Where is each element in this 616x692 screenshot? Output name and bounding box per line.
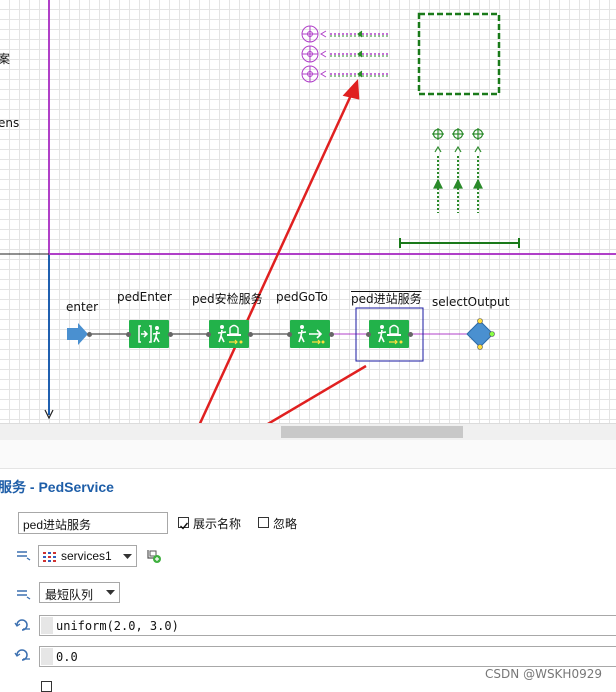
- select-output-diamond-icon: [466, 320, 494, 348]
- left-partial-label: ens: [0, 116, 20, 130]
- enter-arrow-icon: [67, 323, 88, 345]
- ped-area-icon: [417, 12, 501, 96]
- ped-security-service-block[interactable]: [209, 320, 249, 348]
- ignore-checkbox[interactable]: [258, 517, 269, 528]
- zero-value: 0.0: [56, 650, 78, 664]
- name-field[interactable]: ped进站服务: [18, 512, 168, 534]
- station-service-label: ped进站服务: [351, 292, 422, 306]
- bottom-checkbox[interactable]: [41, 681, 52, 692]
- ped-wait-line-icon: [399, 238, 520, 248]
- ped-target-lines-icon: [301, 25, 390, 83]
- ped-goto-icon: [297, 325, 325, 345]
- red-annotation-arrows: [198, 79, 367, 423]
- port: [329, 332, 334, 337]
- scrollbar-thumb[interactable]: [281, 426, 463, 438]
- dynamic-value-icon[interactable]: [14, 617, 32, 633]
- properties-panel: 服务 - PedService ped进站服务 展示名称 忽略 services…: [0, 470, 616, 692]
- panel-divider: [0, 440, 616, 469]
- select-element-icon[interactable]: [146, 548, 162, 564]
- queue-value: 最短队列: [45, 588, 94, 602]
- port: [408, 332, 413, 337]
- port: [126, 332, 131, 337]
- static-value-icon[interactable]: [16, 587, 32, 601]
- ped-service-icon: [217, 324, 243, 345]
- port: [87, 332, 92, 337]
- port: [248, 332, 253, 337]
- ped-enter-icon: [138, 325, 161, 343]
- ped-goto-block[interactable]: [290, 320, 330, 348]
- services-icon: [43, 552, 56, 562]
- properties-title: 服务 - PedService: [0, 479, 114, 495]
- pedgoto-label: pedGoTo: [276, 290, 328, 304]
- services-dropdown[interactable]: services1: [38, 545, 137, 567]
- services-value: services1: [61, 549, 112, 563]
- field-handle: [41, 617, 53, 634]
- value-field[interactable]: 0.0: [39, 646, 616, 667]
- ignore-label: 忽略: [273, 517, 298, 531]
- port: [168, 332, 173, 337]
- queue-selection-dropdown[interactable]: 最短队列: [39, 582, 120, 603]
- delay-time-field[interactable]: uniform(2.0, 3.0): [39, 615, 616, 636]
- watermark: CSDN @WSKH0929: [485, 667, 602, 681]
- model-canvas[interactable]: 案 ens enter pedEnter ped安检服务 pedGoTo ped…: [0, 0, 616, 423]
- ped-service-lines-icon: [432, 128, 484, 213]
- canvas-horizontal-scrollbar[interactable]: [0, 423, 616, 441]
- security-service-label: ped安检服务: [192, 292, 263, 306]
- dynamic-value-icon[interactable]: [14, 647, 32, 663]
- ped-station-service-block[interactable]: [369, 320, 409, 348]
- port: [287, 332, 292, 337]
- delay-value: uniform(2.0, 3.0): [56, 619, 179, 633]
- chevron-down-icon: [123, 554, 132, 559]
- port: [206, 332, 211, 337]
- field-handle: [41, 648, 53, 665]
- static-value-icon[interactable]: [16, 548, 32, 562]
- port: [366, 332, 371, 337]
- left-partial-label: 案: [0, 52, 11, 66]
- checkmark-icon: [180, 522, 189, 530]
- canvas-drawing: [0, 0, 616, 423]
- pedenter-label: pedEnter: [117, 290, 172, 304]
- chevron-down-icon: [106, 590, 115, 595]
- show-name-label: 展示名称: [193, 517, 242, 531]
- show-name-checkbox[interactable]: [178, 517, 189, 530]
- enter-label: enter: [66, 300, 99, 314]
- ped-service-icon: [377, 324, 403, 345]
- select-output-label: selectOutput: [432, 295, 510, 309]
- ped-enter-block[interactable]: [129, 320, 169, 348]
